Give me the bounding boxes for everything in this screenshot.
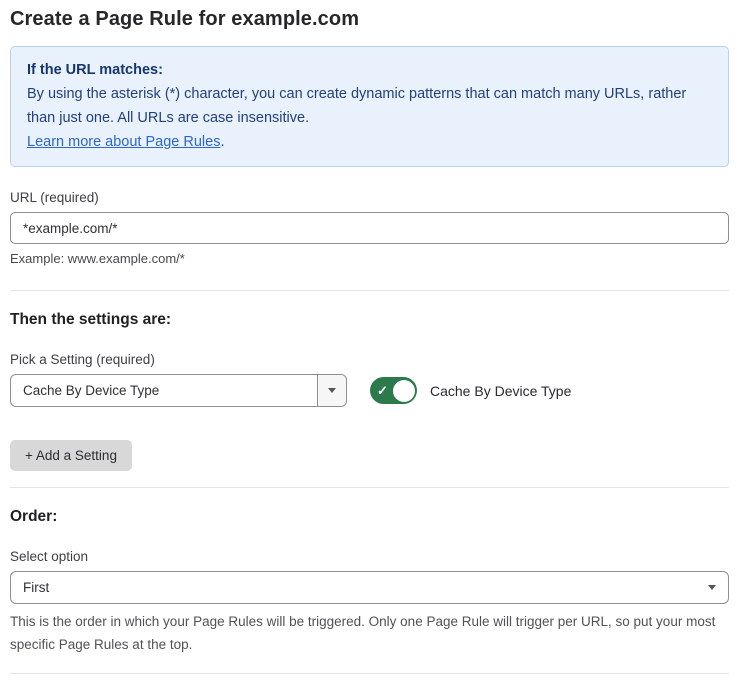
check-icon: ✓ xyxy=(377,384,388,397)
settings-section-heading: Then the settings are: xyxy=(10,311,729,329)
order-select-label: Select option xyxy=(10,549,729,564)
divider xyxy=(10,673,729,674)
url-input[interactable] xyxy=(10,212,729,244)
toggle-label: Cache By Device Type xyxy=(430,383,571,399)
cache-by-device-type-toggle[interactable]: ✓ xyxy=(370,377,417,404)
setting-select-arrow-button[interactable] xyxy=(317,375,346,406)
order-select-value: First xyxy=(23,580,708,595)
info-box-body: By using the asterisk (*) character, you… xyxy=(27,82,712,130)
url-example-helper: Example: www.example.com/* xyxy=(10,251,729,266)
toggle-knob xyxy=(393,380,415,402)
divider xyxy=(10,290,729,291)
url-field-label: URL (required) xyxy=(10,190,729,205)
order-select[interactable]: First xyxy=(10,571,729,604)
url-match-info-box: If the URL matches: By using the asteris… xyxy=(10,46,729,167)
pick-setting-label: Pick a Setting (required) xyxy=(10,352,729,367)
link-suffix: . xyxy=(220,134,224,150)
info-box-heading: If the URL matches: xyxy=(27,58,712,82)
order-helper-text: This is the order in which your Page Rul… xyxy=(10,610,729,656)
order-section-heading: Order: xyxy=(10,508,729,526)
divider xyxy=(10,487,729,488)
create-page-rule-form: Create a Page Rule for example.com If th… xyxy=(0,0,750,688)
setting-row: Cache By Device Type ✓ Cache By Device T… xyxy=(10,374,729,407)
add-setting-button[interactable]: + Add a Setting xyxy=(10,440,132,471)
setting-select[interactable]: Cache By Device Type xyxy=(10,374,347,407)
chevron-down-icon xyxy=(708,585,716,590)
setting-select-value: Cache By Device Type xyxy=(11,375,317,406)
page-title: Create a Page Rule for example.com xyxy=(10,8,729,31)
chevron-down-icon xyxy=(328,388,336,393)
learn-more-link[interactable]: Learn more about Page Rules xyxy=(27,134,220,150)
info-box-link-row: Learn more about Page Rules. xyxy=(27,130,712,154)
